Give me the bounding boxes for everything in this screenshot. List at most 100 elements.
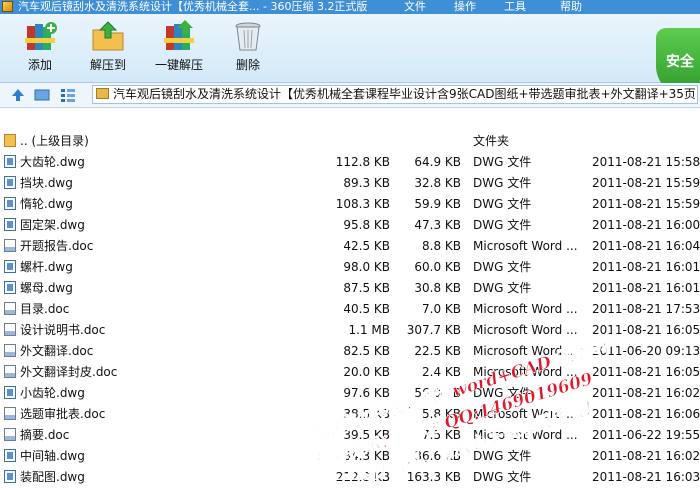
archive-folder-icon (96, 88, 109, 99)
file-name: 大齿轮.dwg (20, 155, 85, 169)
table-row[interactable]: 装配图.dwg 212.8 KB 163.3 KB DWG 文件 2011-08-21 … (0, 467, 700, 488)
file-modified: 2011-08-21 16:00 (592, 218, 700, 232)
path-field[interactable]: 汽车观后镜刮水及清洗系统设计【优秀机械全套课程毕业设计含9张CAD图纸+带选题审… (92, 85, 698, 104)
table-row[interactable]: 外文翻译.doc 82.5 KB 22.5 KB Microsoft Word ...… (0, 341, 700, 362)
extract-to-button[interactable]: 解压到 (84, 20, 132, 78)
dwg-file-icon (4, 449, 16, 462)
file-compressed-size: 163.3 KB (406, 470, 461, 484)
file-modified: 2011-08-21 15:58 (592, 155, 700, 169)
file-type: Microsoft Word ... (473, 302, 578, 316)
file-size: 38.5 KB (343, 407, 390, 421)
file-size: 42.5 KB (343, 239, 390, 253)
file-modified: 2011-08-21 16:02 (592, 449, 700, 463)
file-modified: 2011-08-21 16:05 (592, 323, 700, 337)
file-name: 小齿轮.dwg (20, 386, 85, 400)
add-books-icon (23, 20, 57, 52)
table-row[interactable]: 小齿轮.dwg 97.6 KB 56.0 KB DWG 文件 2011-08-21 16… (0, 383, 700, 404)
file-type: DWG 文件 (473, 197, 532, 211)
file-modified: 2011-08-21 16:02 (592, 386, 700, 400)
file-size: 89.3 KB (343, 176, 390, 190)
address-bar: 汽车观后镜刮水及清洗系统设计【优秀机械全套课程毕业设计含9张CAD图纸+带选题审… (0, 83, 700, 108)
file-name: 开题报告.doc (20, 239, 94, 253)
file-type: Microsoft Word ... (473, 407, 578, 421)
file-modified: 2011-08-21 15:59 (592, 176, 700, 190)
table-row[interactable]: 大齿轮.dwg 112.8 KB 64.9 KB DWG 文件 2011-08-21 1… (0, 152, 700, 173)
title-bar: 汽车观后镜刮水及清洗系统设计【优秀机械全套... - 360压缩 3.2正式版 … (0, 0, 700, 14)
file-type: Microsoft Word ... (473, 323, 578, 337)
file-compressed-size: 2.4 KB (422, 365, 461, 379)
file-name: 选题审批表.doc (20, 407, 106, 421)
file-modified: 2011-08-21 16:06 (592, 407, 700, 421)
menu-file[interactable]: 文件 (404, 0, 426, 13)
file-type: Microsoft Word ... (473, 428, 578, 442)
file-size: 108.3 KB (335, 197, 390, 211)
file-name: 目录.doc (20, 302, 70, 316)
file-type: DWG 文件 (473, 449, 532, 463)
table-row[interactable]: 外文翻译封皮.doc 20.0 KB 2.4 KB Microsoft Word ..… (0, 362, 700, 383)
file-name: 装配图.dwg (20, 470, 85, 484)
file-name: .. (上级目录) (20, 134, 89, 148)
one-click-extract-button[interactable]: 一键解压 (150, 20, 208, 78)
dwg-file-icon (4, 260, 16, 273)
file-name: 挡块.dwg (20, 176, 73, 190)
add-button-label: 添加 (27, 58, 52, 72)
table-row[interactable]: 目录.doc 40.5 KB 7.0 KB Microsoft Word ... 201… (0, 299, 700, 320)
up-arrow-icon[interactable] (10, 87, 26, 103)
table-row[interactable]: 螺母.dwg 87.5 KB 30.8 KB DWG 文件 2011-08-21 16:… (0, 278, 700, 299)
file-modified: 2011-08-21 17:53 (592, 302, 700, 316)
file-compressed-size: 64.9 KB (414, 155, 461, 169)
file-modified: 2011-06-22 19:55 (592, 428, 700, 442)
details-view-icon[interactable] (60, 87, 76, 103)
file-type: DWG 文件 (473, 281, 532, 295)
word-file-icon (4, 428, 16, 441)
dwg-file-icon (4, 281, 16, 294)
file-type: DWG 文件 (473, 218, 532, 232)
table-row[interactable]: 固定架.dwg 95.8 KB 47.3 KB DWG 文件 2011-08-21 16… (0, 215, 700, 236)
delete-button[interactable]: 删除 (228, 20, 268, 78)
large-icons-view-icon[interactable] (34, 87, 50, 103)
file-modified: 2011-08-21 16:01 (592, 281, 700, 295)
trash-icon (231, 20, 265, 52)
file-compressed-size: 32.8 KB (414, 176, 461, 190)
dwg-file-icon (4, 386, 16, 399)
table-row[interactable]: 摘要.doc 39.5 KB 7.5 KB Microsoft Word ... 201… (0, 425, 700, 446)
menu-operate[interactable]: 操作 (454, 0, 476, 13)
menu-help[interactable]: 帮助 (560, 0, 582, 13)
file-type: DWG 文件 (473, 470, 532, 484)
file-size: 87.5 KB (343, 281, 390, 295)
file-compressed-size: 59.9 KB (414, 197, 461, 211)
file-size: 97.6 KB (343, 386, 390, 400)
file-type: Microsoft Word ... (473, 365, 578, 379)
one-click-extract-button-label: 一键解压 (154, 58, 203, 72)
table-row[interactable]: 设计说明书.doc 1.1 MB 307.7 KB Microsoft Word ..… (0, 320, 700, 341)
file-modified: 2011-08-21 16:03 (592, 470, 700, 484)
add-button[interactable]: 添加 (20, 20, 60, 78)
security-label: 安全 (666, 54, 694, 70)
file-name: 外文翻译封皮.doc (20, 365, 118, 379)
table-row[interactable]: 开题报告.doc 42.5 KB 8.8 KB Microsoft Word ... 2… (0, 236, 700, 257)
word-file-icon (4, 323, 16, 336)
file-name: 固定架.dwg (20, 218, 85, 232)
table-row[interactable]: .. (上级目录) 文件夹 (0, 131, 700, 152)
table-row[interactable]: 中间轴.dwg 84.3 KB 36.6 KB DWG 文件 2011-08-21 16… (0, 446, 700, 467)
extract-folder-icon (91, 20, 125, 52)
file-type: DWG 文件 (473, 155, 532, 169)
folder-icon (4, 134, 16, 147)
file-size: 1.1 MB (348, 323, 390, 337)
dwg-file-icon (4, 176, 16, 189)
file-name: 螺母.dwg (20, 281, 73, 295)
file-type: Microsoft Word ... (473, 344, 578, 358)
table-row[interactable]: 挡块.dwg 89.3 KB 32.8 KB DWG 文件 2011-08-21 15:… (0, 173, 700, 194)
file-size: 95.8 KB (343, 218, 390, 232)
file-type: DWG 文件 (473, 260, 532, 274)
file-size: 40.5 KB (343, 302, 390, 316)
file-compressed-size: 22.5 KB (414, 344, 461, 358)
table-row[interactable]: 螺杆.dwg 98.0 KB 60.0 KB DWG 文件 2011-08-21 16:… (0, 257, 700, 278)
word-file-icon (4, 365, 16, 378)
menu-tools[interactable]: 工具 (504, 0, 526, 13)
delete-button-label: 删除 (235, 58, 260, 72)
table-row[interactable]: 选题审批表.doc 38.5 KB 5.8 KB Microsoft Word ...… (0, 404, 700, 425)
dwg-file-icon (4, 218, 16, 231)
table-row[interactable]: 惰轮.dwg 108.3 KB 59.9 KB DWG 文件 2011-08-21 15… (0, 194, 700, 215)
file-compressed-size: 36.6 KB (414, 449, 461, 463)
